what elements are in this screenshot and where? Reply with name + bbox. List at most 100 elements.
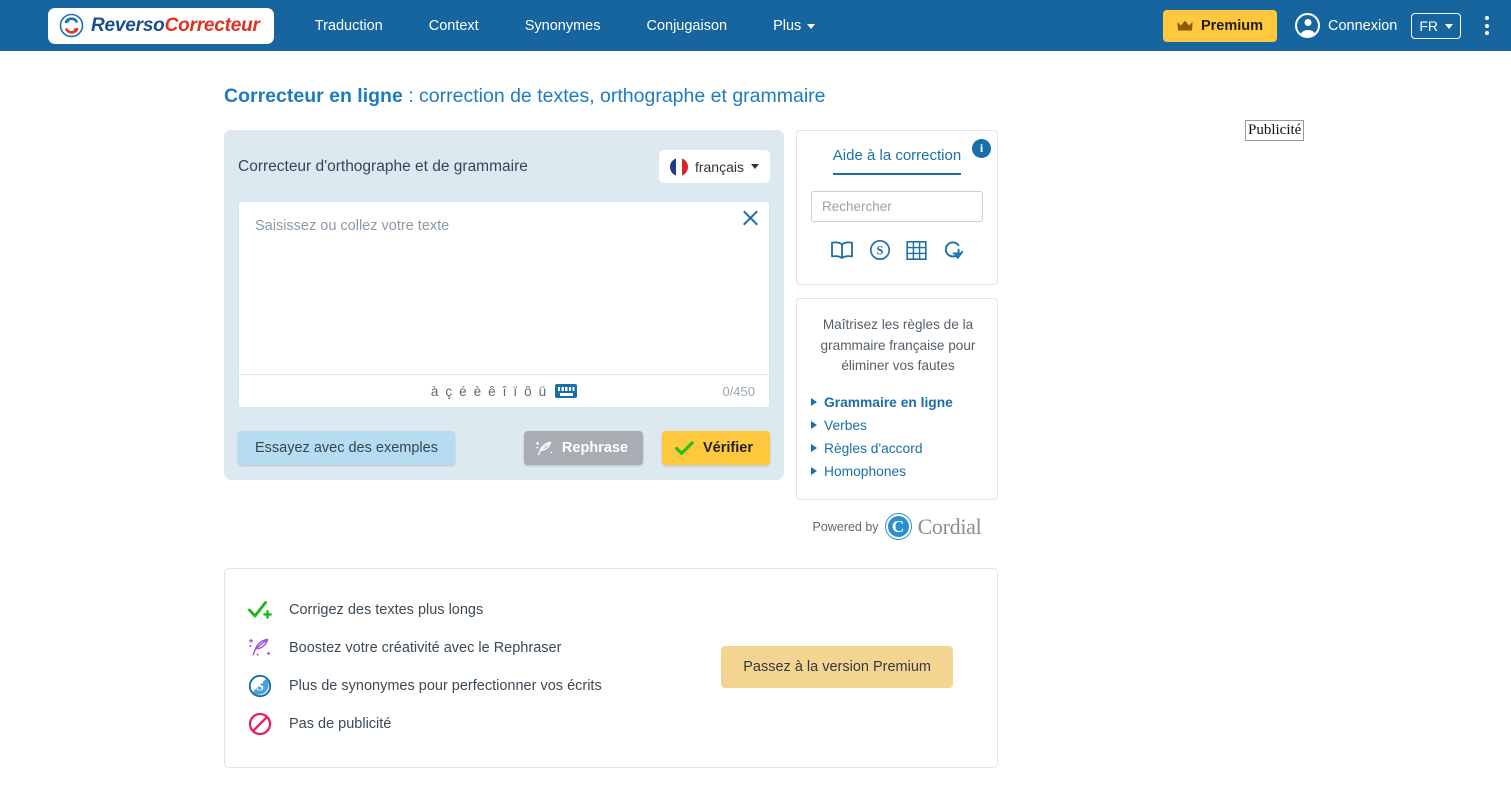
accent-char-i-circumflex[interactable]: î [503, 384, 507, 399]
verify-label: Vérifier [703, 440, 753, 456]
grammar-link-label: Grammaire en ligne [824, 395, 953, 410]
nav-label: Conjugaison [646, 18, 727, 34]
feature-label: Pas de publicité [289, 716, 391, 732]
cordial-wordmark: Cordial [918, 514, 982, 540]
more-options-button[interactable] [1477, 16, 1497, 35]
premium-button-label: Premium [1201, 18, 1263, 34]
triangle-right-icon [811, 421, 817, 429]
rephrase-button[interactable]: Rephrase [524, 431, 643, 465]
search-input[interactable] [811, 191, 983, 222]
grammar-link-label: Règles d'accord [824, 441, 923, 456]
nav-label: Context [429, 18, 479, 34]
accent-char-u-diaeresis[interactable]: ü [539, 384, 547, 399]
accent-char-c-cedilla[interactable]: ç [445, 384, 452, 399]
accent-char-o-circumflex[interactable]: ô [524, 384, 532, 399]
no-ads-icon [247, 711, 273, 737]
reverso-logo[interactable]: ReversoCorrecteur [48, 8, 274, 44]
verify-button[interactable]: Vérifier [662, 431, 770, 465]
top-navigation-bar: ReversoCorrecteur Traduction Context Syn… [0, 0, 1511, 51]
header-right-controls: Premium Connexion FR [1163, 10, 1497, 42]
advertisement-label: Publicité [1245, 120, 1304, 141]
try-examples-button[interactable]: Essayez avec des exemples [238, 431, 455, 465]
nav-item-conjugaison[interactable]: Conjugaison [623, 18, 750, 34]
grammar-resources-panel: Maîtrisez les règles de la grammaire fra… [796, 298, 998, 500]
feature-label: Plus de synonymes pour perfectionner vos… [289, 678, 602, 694]
powered-by-label: Powered by [813, 520, 879, 534]
green-check-icon [675, 441, 694, 456]
french-flag-icon [670, 158, 688, 176]
editor-footer: à ç é è ê î ï ô ü 0/450 [239, 374, 769, 407]
rephrase-label: Rephrase [562, 440, 628, 456]
clear-text-button[interactable] [742, 210, 759, 227]
text-language-value: français [695, 159, 744, 175]
virtual-keyboard-icon[interactable] [555, 384, 577, 398]
main-nav: Traduction Context Synonymes Conjugaison… [292, 18, 839, 34]
corrector-actions: Essayez avec des exemples Rephrase [238, 430, 770, 466]
info-icon[interactable]: i [972, 139, 991, 158]
crown-icon [1177, 20, 1193, 32]
premium-feature-list: Corrigez des textes plus longs Boostez v… [247, 591, 721, 743]
premium-button[interactable]: Premium [1163, 10, 1277, 42]
nav-label: Synonymes [525, 18, 601, 34]
green-check-plus-icon [247, 597, 273, 623]
correction-help-title[interactable]: Aide à la correction [833, 147, 961, 175]
text-language-selector[interactable]: français [659, 150, 770, 183]
svg-text:S: S [256, 679, 264, 694]
list-item: Corrigez des textes plus longs [247, 591, 721, 629]
text-editor: Saisissez ou collez votre texte à ç é è … [238, 201, 770, 408]
accent-char-e-grave[interactable]: è [474, 384, 482, 399]
upgrade-premium-label: Passez à la version Premium [743, 659, 931, 675]
chevron-down-icon [1445, 24, 1453, 29]
nav-item-plus[interactable]: Plus [750, 18, 838, 34]
chevron-down-icon [807, 24, 815, 29]
page-title: Correcteur en ligne : correction de text… [224, 85, 1511, 108]
grammar-link-grammaire-en-ligne[interactable]: Grammaire en ligne [811, 391, 985, 414]
svg-text:S: S [877, 244, 884, 258]
grammar-link-homophones[interactable]: Homophones [811, 460, 985, 483]
nav-label: Traduction [315, 18, 383, 34]
grammar-check-icon[interactable] [942, 239, 964, 266]
accent-char-e-acute[interactable]: é [459, 384, 467, 399]
accent-characters-bar: à ç é è ê î ï ô ü [431, 384, 577, 399]
logo-word-correcteur: Correcteur [165, 15, 260, 36]
page-title-rest: : correction de textes, orthographe et g… [403, 85, 826, 107]
grammar-link-label: Verbes [824, 418, 867, 433]
premium-promo-panel: Corrigez des textes plus longs Boostez v… [224, 568, 998, 768]
kebab-dot [1485, 24, 1489, 28]
grammar-link-verbes[interactable]: Verbes [811, 414, 985, 437]
kebab-dot [1485, 16, 1489, 20]
list-item: S Plus de synonymes pour perfectionner v… [247, 667, 721, 705]
right-sidebar: i Aide à la correction S [796, 130, 998, 540]
powered-by-cordial: Powered by C Cordial [796, 514, 998, 540]
accent-char-i-diaeresis[interactable]: ï [513, 384, 517, 399]
nav-item-context[interactable]: Context [406, 18, 502, 34]
corrector-card: Correcteur d'orthographe et de grammaire… [224, 130, 784, 480]
nav-item-synonymes[interactable]: Synonymes [502, 18, 624, 34]
text-input-area[interactable]: Saisissez ou collez votre texte [239, 202, 769, 374]
accent-char-e-circumflex[interactable]: ê [488, 384, 496, 399]
corrector-header: Correcteur d'orthographe et de grammaire… [238, 150, 770, 183]
connexion-label: Connexion [1328, 18, 1397, 34]
connexion-link[interactable]: Connexion [1295, 13, 1397, 38]
cordial-logo-icon: C [886, 514, 911, 539]
correction-help-panel: i Aide à la correction S [796, 130, 998, 285]
accent-char-a-grave[interactable]: à [431, 384, 439, 399]
main-row: Correcteur d'orthographe et de grammaire… [224, 130, 1511, 540]
dictionary-book-icon[interactable] [830, 240, 854, 265]
nav-item-traduction[interactable]: Traduction [292, 18, 406, 34]
grammar-link-regles-daccord[interactable]: Règles d'accord [811, 437, 985, 460]
conjugation-grid-icon[interactable] [906, 240, 927, 266]
triangle-right-icon [811, 444, 817, 452]
interface-language-selector[interactable]: FR [1411, 13, 1461, 39]
grammar-link-label: Homophones [824, 464, 906, 479]
nav-label: Plus [773, 18, 801, 34]
upgrade-premium-button[interactable]: Passez à la version Premium [721, 646, 953, 688]
purple-feather-icon [247, 635, 273, 661]
feature-label: Boostez votre créativité avec le Rephras… [289, 640, 561, 656]
list-item: Boostez votre créativité avec le Rephras… [247, 629, 721, 667]
character-counter: 0/450 [722, 384, 755, 399]
user-avatar-icon [1295, 13, 1320, 38]
synonyms-s-icon[interactable]: S [869, 239, 891, 266]
logo-wordmark: ReversoCorrecteur [91, 15, 260, 37]
kebab-dot [1485, 31, 1489, 35]
